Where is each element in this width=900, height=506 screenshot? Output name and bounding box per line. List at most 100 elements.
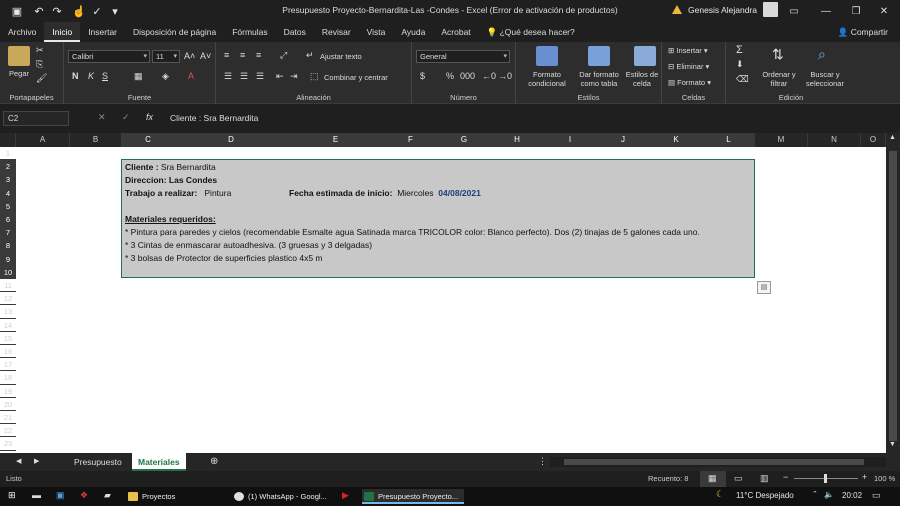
tab-disposicion[interactable]: Disposición de página [125,22,224,42]
user-area[interactable]: Genesis Alejandra [672,2,778,17]
merge-icon[interactable]: ⬚ [310,71,319,82]
clear-icon[interactable]: ⌫ [736,74,749,85]
column-header[interactable]: L [703,133,755,147]
row-header[interactable]: 20 [0,398,16,411]
row-header[interactable]: 14 [0,319,16,332]
row-header[interactable]: 22 [0,424,16,438]
add-sheet-icon[interactable]: ⊕ [210,456,218,467]
tab-archivo[interactable]: Archivo [0,22,44,42]
formula-input[interactable]: Cliente : Sra Bernardita [170,111,258,126]
italic-icon[interactable]: K [88,71,94,81]
zoom-out-icon[interactable]: − [783,472,788,482]
column-header[interactable]: D [175,133,288,147]
delete-cells-button[interactable]: ⊟ Eliminar ▾ [668,62,709,71]
sheet-tab-materiales[interactable]: Materiales [132,453,186,471]
column-header[interactable]: B [70,133,122,147]
wrap-text-button[interactable]: Ajustar texto [320,52,362,61]
row-header[interactable]: 5 [0,199,16,213]
page-layout-icon[interactable]: ▭ [734,473,743,484]
align-top-icon[interactable]: ≡ [224,50,229,60]
align-middle-icon[interactable]: ≡ [240,50,245,60]
column-header[interactable]: K [650,133,703,147]
spelling-icon[interactable]: ✓ [88,2,106,20]
fill-icon[interactable]: ⬇ [736,59,744,70]
zoom-level[interactable]: 100 % [874,474,895,483]
underline-icon[interactable]: S [102,71,108,81]
conditional-format-button[interactable]: Formato condicional [520,70,574,88]
close-button[interactable]: ✕ [868,0,900,22]
row-header[interactable]: 18 [0,371,16,385]
tab-datos[interactable]: Datos [276,22,314,42]
row-header[interactable]: 3 [0,173,16,187]
column-header[interactable]: G [438,133,491,147]
sort-filter-icon[interactable]: ⇅ [772,46,784,63]
app-icon[interactable]: ▰ [104,490,111,501]
row-header[interactable]: 23 [0,437,16,451]
column-header[interactable]: N [808,133,861,147]
row-header[interactable]: 8 [0,239,16,253]
avatar[interactable] [763,2,778,17]
tab-revisar[interactable]: Revisar [314,22,359,42]
worksheet-grid[interactable]: A B C D E F G H I J K L M N O 1234567891… [0,133,900,453]
align-left-icon[interactable]: ☰ [224,71,232,82]
undo-icon[interactable]: ↶ [30,2,48,20]
increase-indent-icon[interactable]: ⇥ [290,71,298,82]
tab-formulas[interactable]: Fórmulas [224,22,275,42]
tab-vista[interactable]: Vista [359,22,394,42]
row-header[interactable]: 4 [0,186,16,200]
number-format-select[interactable]: General [416,50,510,63]
share-button[interactable]: 👤 Compartir [838,22,888,42]
column-header[interactable]: A [16,133,70,147]
autosum-icon[interactable]: Σ [736,44,743,56]
row-header[interactable]: 16 [0,345,16,359]
insert-function-icon[interactable]: fx [146,112,153,122]
youtube-icon[interactable]: ▶ [342,490,349,501]
prev-sheet-icon[interactable]: ◀ [16,457,21,465]
start-icon[interactable]: ⊞ [8,490,16,501]
taskbar-item-proyectos[interactable]: Proyectos [126,489,226,504]
format-cells-button[interactable]: ▤ Formato ▾ [668,78,711,87]
tab-ayuda[interactable]: Ayuda [393,22,433,42]
cancel-entry-icon[interactable]: ✕ [98,112,106,123]
format-as-table-button[interactable]: Dar formato como tabla [572,70,626,88]
touch-mode-icon[interactable]: ☝ [70,2,88,20]
paste-icon[interactable] [8,46,30,66]
tab-splitter-icon[interactable]: ⋮ [538,456,547,467]
outlook-icon[interactable]: ▣ [56,490,65,501]
row-header[interactable]: 9 [0,252,16,266]
quick-analysis-icon[interactable]: ▤ [757,281,771,294]
column-header[interactable]: J [597,133,650,147]
borders-icon[interactable]: ▦ [134,71,143,82]
copy-icon[interactable]: ⎘ [36,59,43,70]
horizontal-scroll-thumb[interactable] [564,459,864,465]
column-header[interactable]: C [122,133,175,147]
select-all-corner[interactable] [0,133,16,147]
paste-button[interactable]: Pegar [4,69,34,78]
column-header[interactable]: F [384,133,438,147]
bold-icon[interactable]: N [72,71,79,81]
row-header[interactable]: 2 [0,160,16,174]
row-header[interactable]: 21 [0,411,16,425]
currency-icon[interactable]: $ [420,71,425,81]
font-color-icon[interactable]: A [188,71,194,81]
taskbar-item-excel[interactable]: Presupuesto Proyecto... [362,489,464,504]
increase-decimal-icon[interactable]: ←0 [482,71,496,81]
align-right-icon[interactable]: ☰ [256,71,264,82]
decrease-decimal-icon[interactable]: →0 [498,71,512,81]
fill-color-icon[interactable]: ◈ [162,71,169,82]
page-break-icon[interactable]: ▥ [760,473,769,484]
tab-inicio[interactable]: Inicio [44,22,81,42]
next-sheet-icon[interactable]: ▶ [34,457,39,465]
ribbon-display-icon[interactable]: ▭ [778,0,810,22]
chevron-up-icon[interactable]: ⌃ [812,490,818,498]
row-header[interactable]: 12 [0,292,16,306]
wrap-text-icon[interactable]: ↵ [306,50,314,61]
percent-icon[interactable]: % [446,71,454,81]
notifications-icon[interactable]: ▭ [872,490,881,501]
cell-styles-icon[interactable] [634,46,656,66]
row-header[interactable]: 6 [0,213,16,227]
zoom-slider-thumb[interactable] [824,474,827,483]
selected-range[interactable]: Cliente : Sra Bernardita Direccion: Las … [121,159,755,278]
save-icon[interactable]: ▣ [8,2,26,20]
orientation-icon[interactable]: ⤢ [280,50,287,61]
